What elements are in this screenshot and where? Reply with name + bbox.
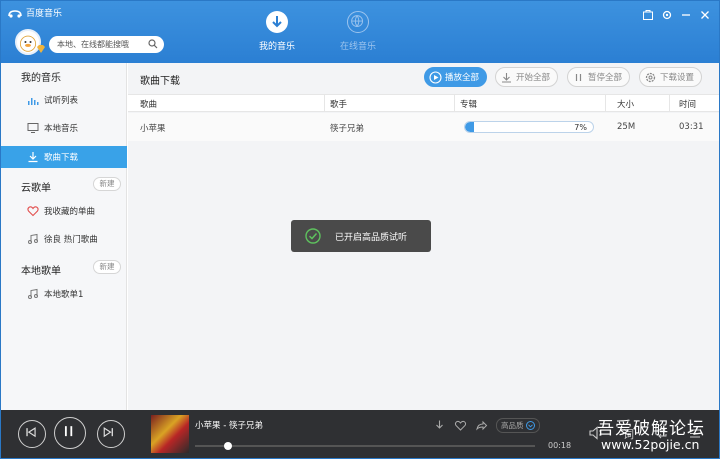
player-actions: 高品质 <box>433 418 540 433</box>
sidebar-item-label: 歌曲下载 <box>44 153 79 163</box>
row-time: 03:31 <box>679 122 704 132</box>
download-settings-label: 下载设置 <box>660 73 695 83</box>
playback-progress-handle[interactable] <box>224 442 232 450</box>
app-logo: 百度音乐 <box>7 6 62 19</box>
pause-icon <box>64 426 73 437</box>
sidebar: 我的音乐 试听列表 本地音乐 歌曲下载 云歌单 新建 我收藏的单曲 徐良 热门歌… <box>1 63 127 410</box>
row-size: 25M <box>617 122 636 132</box>
music-note-icon <box>28 233 38 244</box>
sidebar-section-my-music: 我的音乐 <box>21 73 61 84</box>
previous-icon <box>26 427 36 438</box>
table-header: 歌曲 歌手 专辑 大小 时间 <box>128 94 719 112</box>
column-divider[interactable] <box>605 95 606 112</box>
sidebar-section-local: 本地歌单 <box>21 266 61 277</box>
sidebar-item-label: 我收藏的单曲 <box>44 207 96 217</box>
pause-button[interactable] <box>54 417 86 449</box>
sidebar-item-local-playlist-1[interactable]: 本地歌单1 <box>1 283 127 305</box>
search-input[interactable] <box>57 40 149 49</box>
column-song[interactable]: 歌曲 <box>134 98 157 110</box>
sidebar-item-xuliang-hot[interactable]: 徐良 热门歌曲 <box>1 228 127 250</box>
play-circle-icon <box>429 70 442 84</box>
music-note-icon <box>28 288 38 299</box>
previous-button[interactable] <box>18 420 46 448</box>
table-row[interactable]: 小苹果 筷子兄弟 7% 25M 03:31 <box>128 113 719 141</box>
play-all-label: 播放全部 <box>445 73 480 83</box>
check-circle-icon <box>305 228 321 244</box>
monitor-icon <box>27 123 39 133</box>
app-window: 百度音乐 我的音乐 在线音乐 <box>0 0 720 459</box>
bars-icon <box>28 98 39 105</box>
toast-notification: 已开启高品质试听 <box>291 220 431 252</box>
heart-icon[interactable] <box>454 419 467 432</box>
baidu-music-logo-icon <box>8 9 22 18</box>
settings-gear-icon[interactable] <box>661 9 673 21</box>
download-icon <box>502 72 511 83</box>
now-playing-title: 小苹果 - 筷子兄弟 <box>195 421 263 431</box>
title-bar: 百度音乐 我的音乐 在线音乐 <box>1 1 719 63</box>
row-artist: 筷子兄弟 <box>330 124 365 134</box>
globe-icon <box>347 11 369 33</box>
download-icon[interactable] <box>433 419 446 432</box>
next-button[interactable] <box>97 420 125 448</box>
sidebar-item-label: 本地歌单1 <box>44 290 84 300</box>
new-cloud-playlist-button[interactable]: 新建 <box>93 177 121 191</box>
sidebar-item-label: 本地音乐 <box>44 124 79 134</box>
pause-icon <box>575 73 582 81</box>
chevron-down-icon <box>525 421 535 430</box>
play-all-button[interactable]: 播放全部 <box>424 67 488 87</box>
column-artist[interactable]: 歌手 <box>324 98 347 110</box>
column-divider[interactable] <box>669 95 670 112</box>
pause-all-label: 暂停全部 <box>588 73 623 83</box>
pause-all-button[interactable]: 暂停全部 <box>567 67 631 87</box>
quality-selector[interactable]: 高品质 <box>496 418 540 433</box>
sidebar-item-label: 徐良 热门歌曲 <box>44 235 98 245</box>
next-icon <box>103 427 113 438</box>
page-title: 歌曲下载 <box>140 76 180 87</box>
album-cover[interactable] <box>151 415 189 453</box>
gear-icon <box>645 72 656 82</box>
start-all-button[interactable]: 开始全部 <box>495 67 559 87</box>
download-progress-bar: 7% <box>464 121 594 133</box>
tab-online-music-label: 在线音乐 <box>339 42 376 52</box>
download-settings-button[interactable]: 下载设置 <box>639 67 703 87</box>
app-title: 百度音乐 <box>26 9 63 19</box>
sidebar-item-local-music[interactable]: 本地音乐 <box>1 117 127 139</box>
minimize-icon[interactable] <box>680 9 692 21</box>
download-icon <box>28 152 38 163</box>
download-arrow-icon <box>266 11 288 33</box>
skin-icon[interactable] <box>642 9 654 21</box>
elapsed-time: 00:18 <box>548 441 572 450</box>
close-icon[interactable] <box>699 9 711 21</box>
new-local-playlist-button[interactable]: 新建 <box>93 260 121 274</box>
sidebar-item-trial-list[interactable]: 试听列表 <box>1 89 127 111</box>
watermark-text: 吾爱破解论坛 <box>597 419 705 439</box>
column-size[interactable]: 大小 <box>611 98 634 110</box>
column-time[interactable]: 时间 <box>673 98 696 110</box>
download-progress-fill <box>465 122 474 132</box>
sidebar-item-song-download[interactable]: 歌曲下载 <box>1 146 127 168</box>
tab-my-music[interactable]: 我的音乐 <box>247 11 307 52</box>
quality-label: 高品质 <box>501 421 524 430</box>
sidebar-item-label: 试听列表 <box>44 96 79 106</box>
sidebar-section-cloud: 云歌单 <box>21 183 51 194</box>
sidebar-item-favorites[interactable]: 我收藏的单曲 <box>1 200 127 222</box>
toast-text: 已开启高品质试听 <box>335 232 408 243</box>
vip-diamond-icon <box>37 45 45 53</box>
start-all-label: 开始全部 <box>516 73 551 83</box>
column-album[interactable]: 专辑 <box>454 98 477 110</box>
heart-icon <box>27 206 39 217</box>
row-song: 小苹果 <box>140 124 166 134</box>
main-header: 歌曲下载 播放全部 开始全部 暂停全部 下载设置 <box>128 63 719 93</box>
tab-my-music-label: 我的音乐 <box>258 42 295 52</box>
watermark-url: www.52pojie.cn <box>601 437 700 452</box>
search-icon[interactable] <box>148 39 158 49</box>
share-icon[interactable] <box>475 419 488 432</box>
playback-progress-track[interactable] <box>195 445 535 447</box>
search-box[interactable] <box>49 36 164 53</box>
download-progress-text: 7% <box>574 123 587 132</box>
tab-online-music[interactable]: 在线音乐 <box>328 11 388 52</box>
window-controls <box>642 9 711 21</box>
